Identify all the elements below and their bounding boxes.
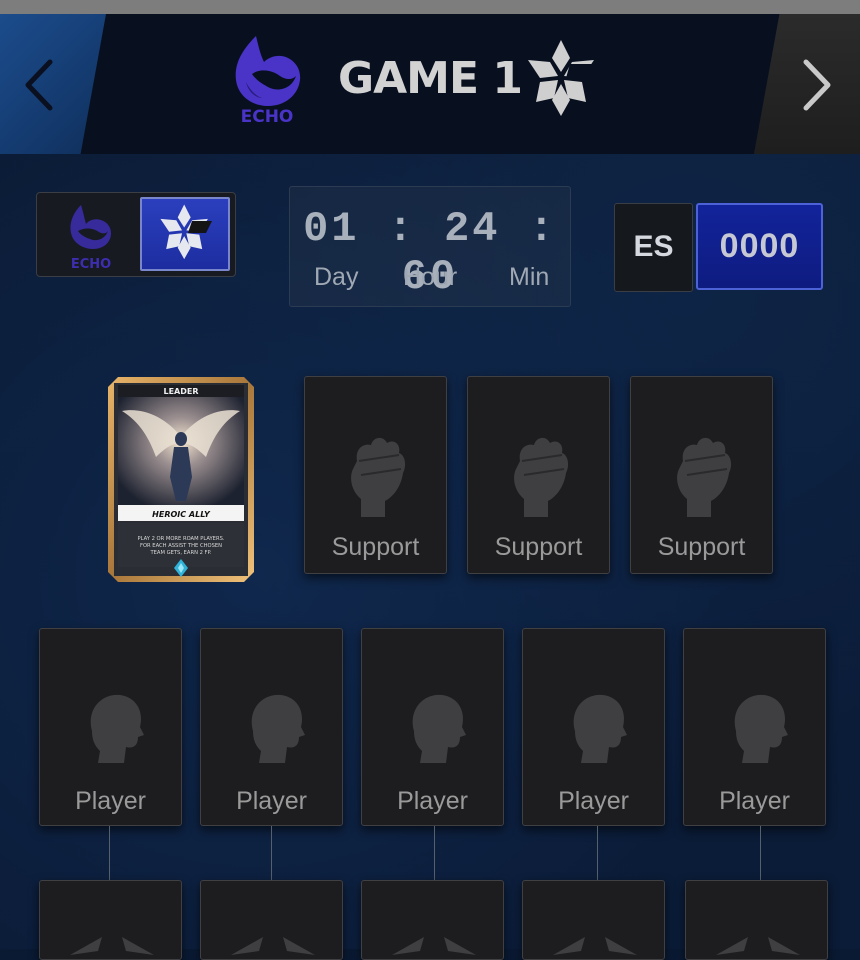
leader-card-name: HEROIC ALLY xyxy=(152,510,211,519)
connector-line xyxy=(434,826,435,881)
star-team-icon xyxy=(160,204,212,260)
language-button[interactable]: ES xyxy=(614,203,693,292)
player-label: Player xyxy=(397,787,468,815)
fist-icon xyxy=(677,437,732,517)
chevron-right-icon xyxy=(803,59,831,111)
head-icon xyxy=(90,694,144,763)
leader-desc-1: PLAY 2 OR MORE ROAM PLAYERS. xyxy=(137,536,224,542)
head-icon xyxy=(573,694,627,763)
fist-icon xyxy=(514,437,569,517)
wing-chevron-icon xyxy=(716,937,800,955)
team-b-button[interactable] xyxy=(140,197,230,271)
player-label: Player xyxy=(558,787,629,815)
svg-text:ECHO: ECHO xyxy=(241,107,294,124)
timer-label-min: Min xyxy=(509,263,550,291)
svg-text:ECHO: ECHO xyxy=(71,257,111,271)
sub-slot-5[interactable] xyxy=(685,880,828,960)
support-label: Support xyxy=(657,533,746,561)
sub-slot-3[interactable] xyxy=(361,880,504,960)
leader-card[interactable]: LEADER HEROIC ALLY PLAY 2 OR MORE ROAM P… xyxy=(108,377,254,582)
game-header: ECHO GAME 1 xyxy=(0,14,860,154)
sub-slot-4[interactable] xyxy=(522,880,665,960)
sub-slot-1[interactable] xyxy=(39,880,182,960)
countdown-timer: 01 : 24 : 60 Day Hour Min xyxy=(289,186,571,307)
team-selector: ECHO xyxy=(36,192,236,277)
echo-team-icon: ECHO xyxy=(70,205,111,272)
player-label: Player xyxy=(719,787,790,815)
status-strip xyxy=(0,0,860,14)
head-icon xyxy=(412,694,466,763)
support-slot-2[interactable]: Support xyxy=(467,376,610,574)
star-shield-logo xyxy=(528,40,594,116)
score-button[interactable]: 0000 xyxy=(696,203,823,290)
player-label: Player xyxy=(236,787,307,815)
player-slot-1[interactable]: Player xyxy=(39,628,182,826)
connector-line xyxy=(271,826,272,881)
timer-label-hour: Hour xyxy=(403,263,458,291)
support-label: Support xyxy=(494,533,583,561)
player-slot-2[interactable]: Player xyxy=(200,628,343,826)
connector-line xyxy=(109,826,110,881)
support-slot-1[interactable]: Support xyxy=(304,376,447,574)
team-a-button[interactable]: ECHO xyxy=(41,197,137,272)
support-slot-3[interactable]: Support xyxy=(630,376,773,574)
echo-logo: ECHO xyxy=(235,36,301,124)
wing-chevron-icon xyxy=(553,937,637,955)
timer-label-day: Day xyxy=(314,263,359,291)
wing-chevron-icon xyxy=(392,937,476,955)
next-game-button[interactable] xyxy=(754,14,860,154)
wing-chevron-icon xyxy=(70,937,154,955)
fist-icon xyxy=(351,437,406,517)
wing-chevron-icon xyxy=(231,937,315,955)
connector-line xyxy=(597,826,598,881)
leader-desc-3: TEAM GETS, EARN 2 FP. xyxy=(149,550,211,556)
player-label: Player xyxy=(75,787,146,815)
previous-game-button[interactable] xyxy=(0,14,106,154)
support-label: Support xyxy=(331,533,420,561)
player-slot-5[interactable]: Player xyxy=(683,628,826,826)
head-icon xyxy=(734,694,788,763)
leader-badge: LEADER xyxy=(163,387,198,396)
player-slot-4[interactable]: Player xyxy=(522,628,665,826)
connector-line xyxy=(760,826,761,881)
sub-slot-2[interactable] xyxy=(200,880,343,960)
player-slot-3[interactable]: Player xyxy=(361,628,504,826)
leader-desc-2: FOR EACH ASSIST THE CHOSEN xyxy=(140,543,222,549)
head-icon xyxy=(251,694,305,763)
chevron-left-icon xyxy=(25,59,53,111)
game-title: GAME 1 xyxy=(338,53,523,104)
